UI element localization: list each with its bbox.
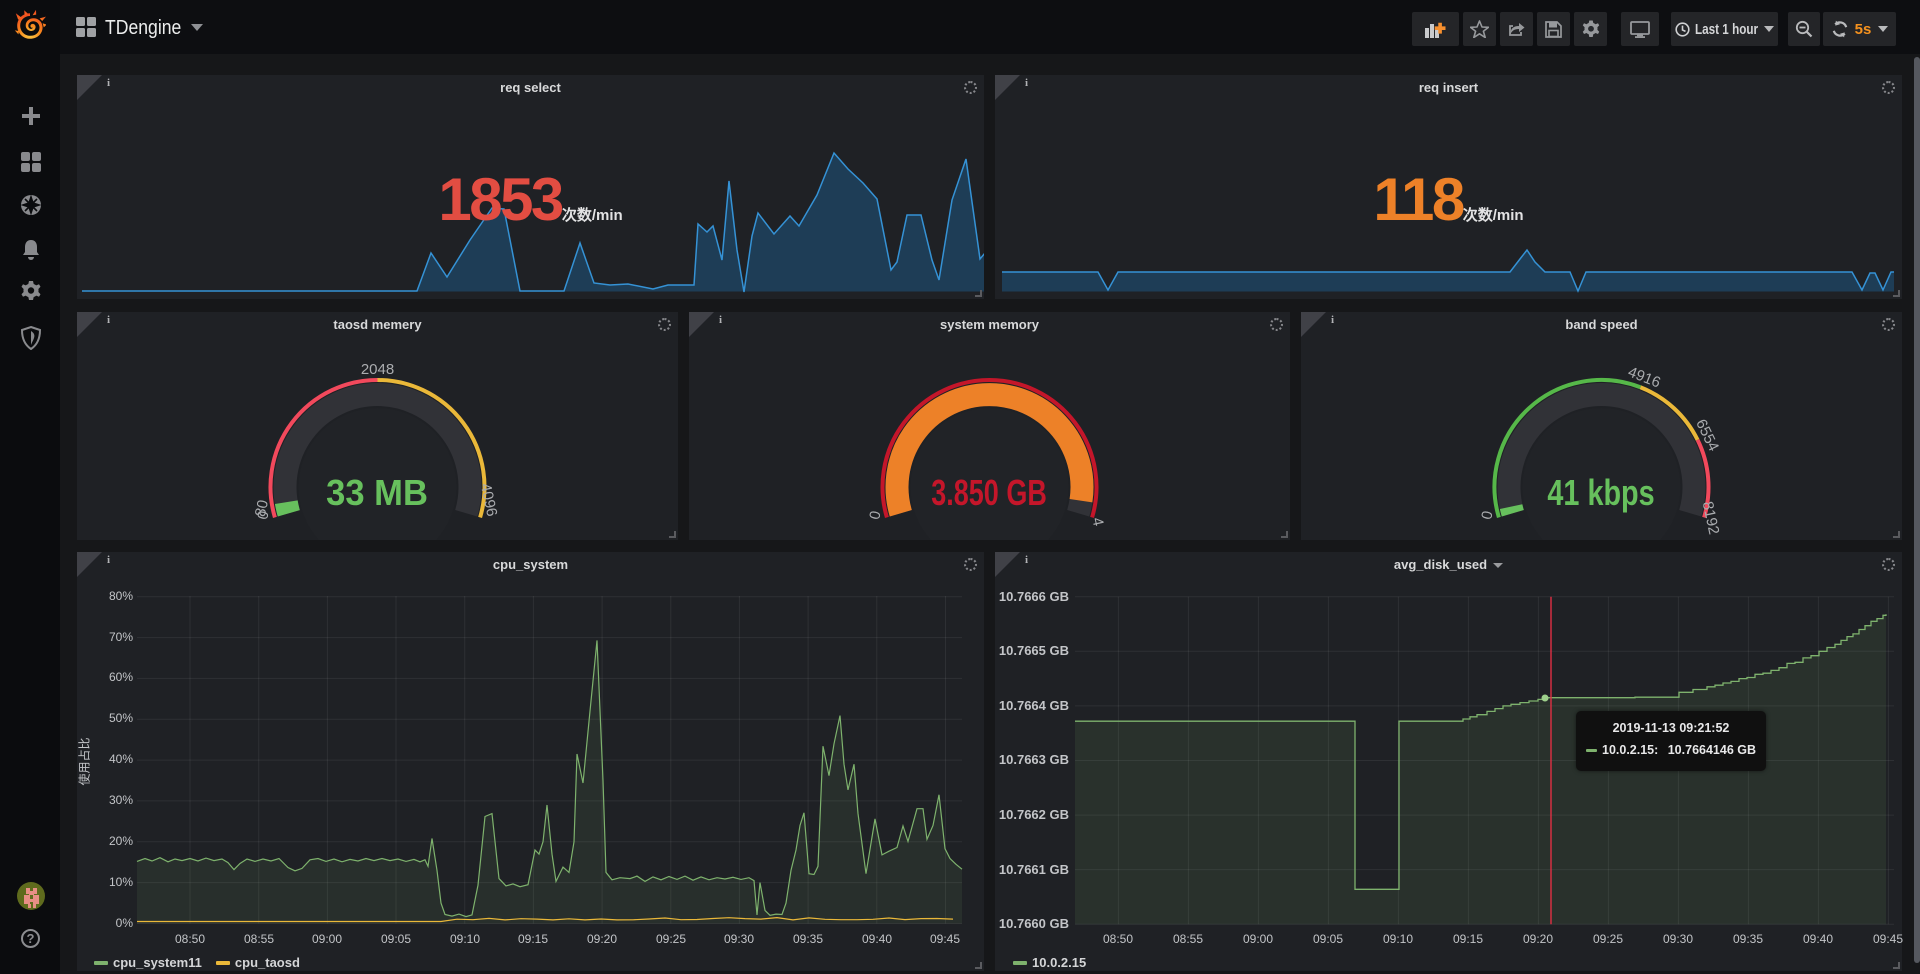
svg-text:2048: 2048 [361, 361, 394, 378]
svg-text:4: 4 [1088, 516, 1106, 528]
